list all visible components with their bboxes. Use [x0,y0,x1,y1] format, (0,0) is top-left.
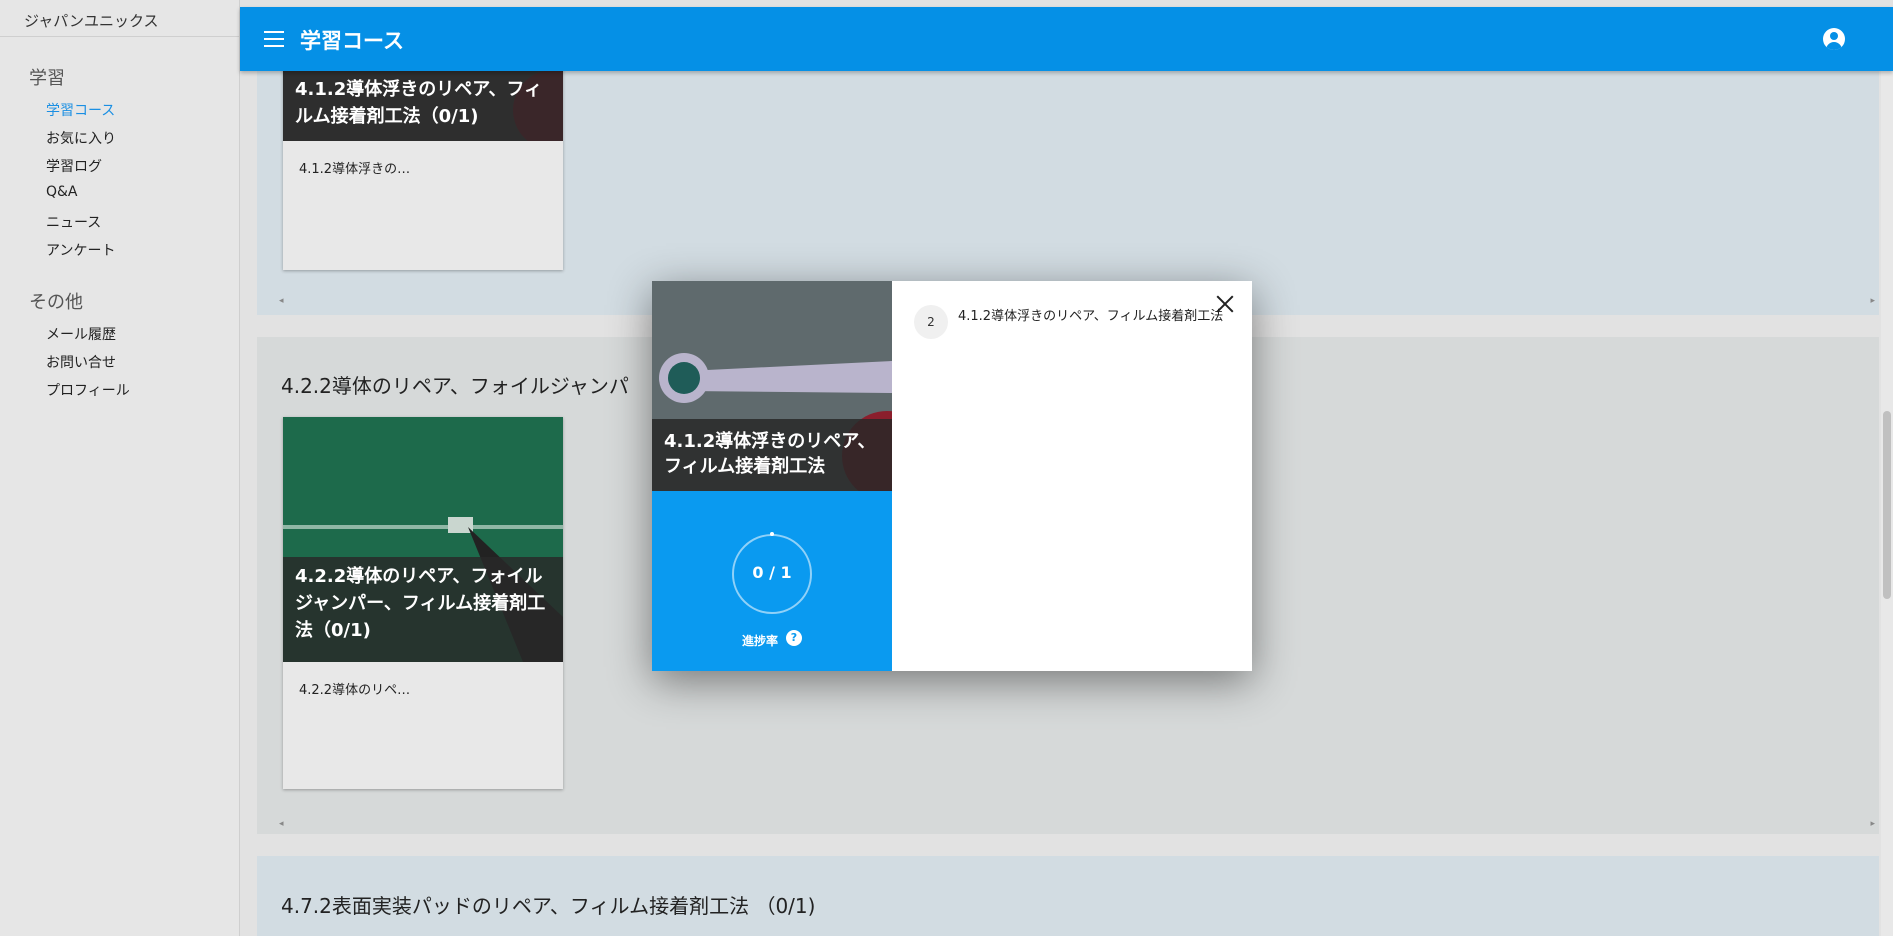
course-card-title: 4.1.2導体浮きのリペア、フィルム接着剤工法（0/1) [283,70,563,141]
divider [0,36,240,37]
course-card-title: 4.2.2導体のリペア、フォイルジャンパー、フィルム接着剤工法（0/1) [283,557,563,662]
sidebar-item-news[interactable]: ニュース [46,212,101,232]
sidebar-item-qa[interactable]: Q&A [46,184,78,200]
sidebar-section-other: その他 [29,292,83,313]
sidebar-item-survey[interactable]: アンケート [46,240,115,260]
account-circle-icon[interactable] [1823,28,1845,50]
scroll-left-icon[interactable]: ◂ [279,819,284,829]
page-title: 学習コース [300,29,404,53]
course-panel: 4.7.2表面実装パッドのリペア、フィルム接着剤工法 （0/1) [257,856,1879,936]
scroll-right-icon[interactable]: ▸ [1870,296,1875,306]
help-icon[interactable]: ? [786,630,802,646]
scroll-left-icon[interactable]: ◂ [279,296,284,306]
sidebar-item-contact[interactable]: お問い合せ [46,352,116,372]
lesson-number: 2 [914,305,948,339]
progress-panel: 0 / 1 進捗率 ? [652,491,892,671]
course-panel: 4.1.2導体浮きのリペア、フィルム接着剤工法（0/1) 4.1.2導体浮きの…… [257,40,1879,315]
sidebar-item-mail-history[interactable]: メール履歴 [46,324,116,344]
progress-label: 進捗率 [742,634,779,648]
scroll-right-icon[interactable]: ▸ [1870,819,1875,829]
panel-title: 4.2.2導体のリペア、フォイルジャンパ [281,374,629,398]
course-detail-dialog: 4.1.2導体浮きのリペア、フィルム接着剤工法 0 / 1 進捗率 ? 2 4.… [652,281,1252,671]
menu-icon[interactable] [264,31,284,47]
vertical-scrollbar[interactable] [1881,71,1893,936]
app-bar: 学習コース [240,7,1893,71]
course-card-description: 4.1.2導体浮きの… [299,162,411,177]
sidebar-section-learning: 学習 [29,68,65,89]
panel-title: 4.7.2表面実装パッドのリペア、フィルム接着剤工法 （0/1) [281,894,816,918]
sidebar-item-courses[interactable]: 学習コース [46,100,115,120]
course-card-description: 4.2.2導体のリペ… [299,683,411,698]
dialog-left-pane: 4.1.2導体浮きのリペア、フィルム接着剤工法 0 / 1 進捗率 ? [652,281,892,671]
course-thumbnail: 4.1.2導体浮きのリペア、フィルム接着剤工法 [652,281,892,491]
course-card[interactable]: 4.2.2導体のリペア、フォイルジャンパー、フィルム接着剤工法（0/1) 4.2… [283,417,563,789]
organization-name: ジャパンユニックス [24,12,159,30]
progress-ring-marker [770,532,774,536]
horizontal-scrollbar[interactable]: ◂ ▸ [257,817,1879,831]
scrollbar-thumb[interactable] [1883,411,1891,599]
sidebar-item-profile[interactable]: プロフィール [46,380,130,400]
sidebar-item-learning-log[interactable]: 学習ログ [46,156,102,176]
sidebar: ジャパンユニックス 学習 学習コース お気に入り 学習ログ Q&A ニュース ア… [0,0,240,936]
dialog-course-title: 4.1.2導体浮きのリペア、フィルム接着剤工法 [652,419,892,491]
progress-value: 0 / 1 [752,563,792,582]
sidebar-item-favorites[interactable]: お気に入り [46,128,116,148]
lesson-title: 4.1.2導体浮きのリペア、フィルム接着剤工法 [958,309,1224,324]
course-card[interactable]: 4.1.2導体浮きのリペア、フィルム接着剤工法（0/1) 4.1.2導体浮きの… [283,40,563,270]
